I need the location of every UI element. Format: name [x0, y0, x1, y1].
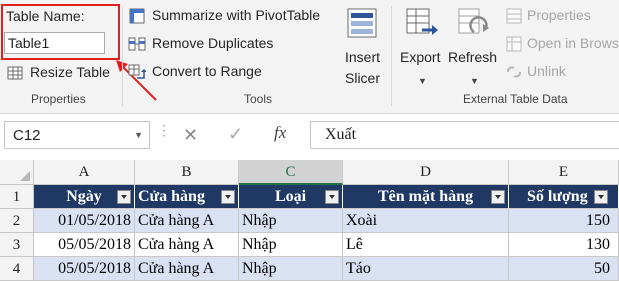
remove-duplicates-label: Remove Duplicates — [152, 35, 274, 51]
table-cell[interactable]: 05/05/2018 — [34, 257, 135, 281]
table-cell[interactable]: Cửa hàng A — [135, 209, 239, 233]
convert-to-range-label: Convert to Range — [152, 63, 262, 79]
column-header-d[interactable]: D — [343, 160, 509, 185]
table-cell[interactable]: Cửa hàng A — [135, 233, 239, 257]
spreadsheet-grid: A B C D E 1 2 3 4 Ngày Cửa hàng Loại Tên… — [0, 160, 619, 281]
unlink-button[interactable]: Unlink — [505, 62, 619, 82]
open-browser-icon — [506, 36, 522, 52]
filter-dropdown-icon[interactable] — [221, 190, 235, 204]
external-data-group-label: External Table Data — [463, 92, 568, 106]
filter-dropdown-icon[interactable] — [594, 190, 608, 204]
insert-slicer-line1: Insert — [345, 49, 381, 65]
column-header-b[interactable]: B — [135, 160, 239, 185]
table-cell[interactable]: 01/05/2018 — [34, 209, 135, 233]
row-header-3[interactable]: 3 — [0, 233, 34, 257]
table-cell[interactable]: Nhập — [239, 209, 343, 233]
chevron-down-icon: ▼ — [470, 76, 479, 86]
corner-triangle-icon — [20, 171, 30, 181]
table-header-cell[interactable]: Ngày — [34, 185, 135, 209]
more-dots-icon: ⋮ — [157, 122, 171, 138]
chevron-down-icon: ▼ — [418, 76, 427, 86]
chevron-down-icon: ▼ — [134, 130, 143, 140]
formula-bar: C12 ▼ ⋮ ✕ ✓ fx Xuất — [0, 118, 619, 154]
filter-dropdown-icon[interactable] — [491, 190, 505, 204]
table-header-cell[interactable]: Loại — [239, 185, 343, 209]
ribbon: Table Name: Resize Table Properties Summ… — [0, 0, 619, 114]
resize-table-button[interactable]: Resize Table — [6, 63, 114, 83]
table-name-input[interactable] — [4, 32, 105, 54]
formula-input[interactable]: Xuất — [310, 121, 619, 149]
row-header-1[interactable]: 1 — [0, 185, 34, 209]
column-header-e[interactable]: E — [509, 160, 619, 185]
name-box-value: C12 — [13, 127, 41, 144]
export-icon — [406, 8, 438, 35]
table-header-cell[interactable]: Cửa hàng — [135, 185, 239, 209]
slicer-icon — [347, 8, 377, 38]
row-header-4[interactable]: 4 — [0, 257, 34, 281]
properties-label: Properties — [527, 7, 591, 23]
resize-table-label: Resize Table — [30, 64, 110, 80]
table-header-label: Số lượng — [527, 188, 588, 205]
refresh-label: Refresh — [448, 49, 498, 65]
table-cell[interactable]: 50 — [509, 257, 619, 281]
enter-icon[interactable]: ✓ — [228, 124, 243, 145]
insert-slicer-button[interactable]: Insert Slicer — [338, 4, 388, 88]
properties-button[interactable]: Properties — [505, 6, 619, 26]
column-header-a[interactable]: A — [34, 160, 135, 185]
tools-group-label: Tools — [244, 92, 273, 106]
table-name-label: Table Name: — [6, 8, 85, 24]
open-in-browser-button[interactable]: Open in Brows — [505, 34, 619, 54]
unlink-icon — [506, 66, 522, 78]
properties-icon — [506, 8, 522, 24]
table-header-label: Cửa hàng — [138, 188, 205, 205]
remove-duplicates-icon — [128, 37, 146, 51]
open-browser-label: Open in Brows — [527, 35, 619, 51]
table-cell[interactable]: 130 — [509, 233, 619, 257]
formula-value: Xuất — [325, 126, 357, 143]
table-header-cell[interactable]: Số lượng — [509, 185, 619, 209]
row-header-2[interactable]: 2 — [0, 209, 34, 233]
resize-table-icon — [7, 66, 23, 80]
properties-group-label: Properties — [31, 92, 86, 106]
table-header-cell[interactable]: Tên mặt hàng — [343, 185, 509, 209]
table-cell[interactable]: Táo — [343, 257, 509, 281]
filter-dropdown-icon[interactable] — [117, 190, 131, 204]
table-cell[interactable]: 150 — [509, 209, 619, 233]
cancel-icon[interactable]: ✕ — [183, 125, 198, 146]
filter-dropdown-icon[interactable] — [325, 190, 339, 204]
export-label: Export — [400, 49, 441, 65]
name-box[interactable]: C12 ▼ — [4, 121, 150, 149]
convert-to-range-button[interactable]: Convert to Range — [128, 62, 288, 82]
table-cell[interactable]: Cửa hàng A — [135, 257, 239, 281]
summarize-pivot-label: Summarize with PivotTable — [152, 7, 321, 23]
insert-function-icon[interactable]: fx — [274, 123, 286, 143]
column-header-c[interactable]: C — [239, 160, 343, 185]
table-header-label: Loại — [274, 188, 307, 205]
select-all-corner[interactable] — [0, 160, 34, 185]
insert-slicer-line2: Slicer — [345, 70, 381, 86]
refresh-icon — [458, 8, 489, 34]
pivot-table-icon — [129, 8, 145, 24]
table-cell[interactable]: Xoài — [343, 209, 509, 233]
table-cell[interactable]: Nhập — [239, 233, 343, 257]
table-cell[interactable]: 05/05/2018 — [34, 233, 135, 257]
refresh-button[interactable]: Refresh ▼ — [448, 4, 500, 88]
table-header-label: Tên mặt hàng — [377, 188, 474, 205]
unlink-label: Unlink — [527, 63, 566, 79]
table-header-label: Ngày — [66, 188, 102, 205]
convert-to-range-icon — [128, 64, 146, 79]
summarize-pivot-button[interactable]: Summarize with PivotTable — [128, 6, 336, 26]
group-separator — [391, 6, 392, 106]
table-cell[interactable]: Nhập — [239, 257, 343, 281]
group-separator — [122, 6, 123, 106]
export-button[interactable]: Export ▼ — [398, 4, 446, 88]
table-cell[interactable]: Lê — [343, 233, 509, 257]
remove-duplicates-button[interactable]: Remove Duplicates — [128, 34, 288, 54]
